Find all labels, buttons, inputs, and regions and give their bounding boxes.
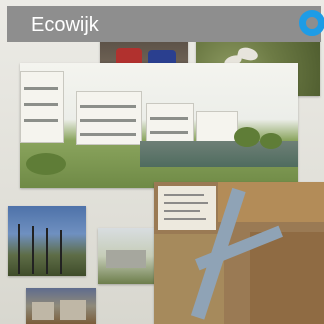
fence-pole xyxy=(32,226,34,274)
tile-title: Ecowijk xyxy=(31,14,99,36)
legend-line xyxy=(164,202,208,204)
fence-pole xyxy=(60,230,62,274)
window-row xyxy=(150,131,188,134)
title-bar: Ecowijk xyxy=(7,6,324,42)
window-row xyxy=(24,119,58,122)
window-row xyxy=(80,105,136,108)
legend-line xyxy=(164,194,204,196)
map-field xyxy=(250,232,324,324)
building-block xyxy=(196,111,238,145)
window-row xyxy=(24,103,58,106)
legend-line xyxy=(164,218,206,220)
fence-sky-photo xyxy=(8,206,86,276)
ring-badge-icon xyxy=(299,10,324,36)
building-block xyxy=(20,71,64,143)
building-block xyxy=(146,103,194,145)
window-row xyxy=(80,133,136,136)
house-shape xyxy=(106,250,146,268)
house-shape xyxy=(32,302,54,320)
house-shape xyxy=(60,300,86,320)
neighbourhood-map xyxy=(154,182,324,324)
window-row xyxy=(24,87,58,90)
houses-photo xyxy=(98,228,156,284)
fence-pole xyxy=(46,228,48,274)
tree-shape xyxy=(234,127,260,147)
window-row xyxy=(80,119,136,122)
row-houses-photo xyxy=(26,288,96,324)
map-legend xyxy=(158,186,216,230)
building-block xyxy=(76,91,142,145)
fence-pole xyxy=(18,224,20,274)
ecowijk-tile[interactable]: Ecowijk xyxy=(0,0,324,324)
window-row xyxy=(150,117,188,120)
apartment-buildings-photo xyxy=(20,63,298,188)
tree-shape xyxy=(26,153,66,175)
tree-shape xyxy=(260,133,282,149)
legend-line xyxy=(164,210,200,212)
